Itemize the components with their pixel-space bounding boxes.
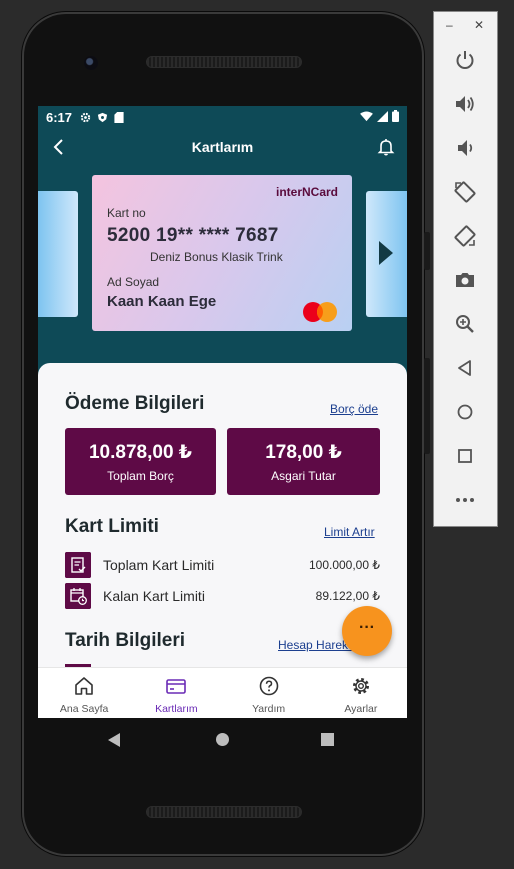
total-debt-amount: 10.878,00 ₺ [88,442,193,463]
system-navigation-bar [38,718,407,762]
sd-card-icon [114,111,124,123]
more-actions-fab[interactable]: ··· [342,606,392,656]
battery-icon [392,110,399,122]
remaining-limit-label: Kalan Kart Limiti [103,588,205,604]
rotate-left-icon[interactable] [453,180,477,204]
earpiece-speaker [146,56,302,68]
back-arrow-icon[interactable] [48,136,70,158]
nav-item-settings[interactable]: Ayarlar [315,668,407,718]
bottom-speaker [146,806,302,818]
total-limit-value: 100.000,00 ₺ [308,558,380,572]
total-limit-label: Toplam Kart Limiti [103,557,215,573]
card-number-label: Kart no [107,206,146,220]
signal-icon [377,110,388,122]
nav-item-home[interactable]: Ana Sayfa [38,668,130,718]
next-arrow-icon[interactable] [378,240,394,266]
rotate-right-icon[interactable] [453,224,477,248]
pay-debt-link[interactable]: Borç öde [330,402,378,416]
zoom-icon[interactable] [453,312,477,336]
card-number: 5200 19** **** 7687 [107,225,279,246]
nav-item-cards[interactable]: Kartlarım [130,668,222,718]
card-product-name: Deniz Bonus Klasik Trink [150,250,283,264]
power-hardware-button [424,232,430,270]
minimum-due-box: 178,00 ₺ Asgari Tutar [227,428,380,495]
app-bar: Kartlarım [38,128,407,166]
calendar-clock-icon [65,583,91,609]
system-back-icon[interactable] [107,732,121,748]
power-icon[interactable] [453,48,477,72]
minimum-due-amount: 178,00 ₺ [265,442,342,463]
nav-label-home: Ana Sayfa [59,703,109,715]
bottom-navigation: Ana Sayfa Kartlarım Yardım Ayarlar [38,667,407,718]
nav-item-help[interactable]: Yardım [223,668,315,718]
volume-down-icon[interactable] [453,136,477,160]
minimize-window-button[interactable]: – [446,18,453,32]
system-home-icon[interactable] [215,732,230,747]
payment-info-title: Ödeme Bilgileri [65,393,205,414]
total-debt-label: Toplam Borç [107,469,174,483]
home-icon[interactable] [453,400,477,424]
remaining-limit-row: Kalan Kart Limiti 89.122,00 ₺ [65,583,380,609]
wifi-icon [360,110,373,121]
volume-hardware-button [424,358,430,454]
shield-icon [97,112,108,122]
card-details-sheet: Ödeme Bilgileri Borç öde 10.878,00 ₺ Top… [38,363,407,718]
more-icon[interactable] [453,488,477,512]
status-bar: 6:17 [38,106,407,128]
card-holder-name: Kaan Kaan Ege [107,293,217,310]
overview-icon[interactable] [453,444,477,468]
front-camera [84,56,98,70]
card-holder-label: Ad Soyad [107,275,160,289]
help-icon [259,676,278,696]
previous-card-peek[interactable] [38,191,78,317]
total-debt-box: 10.878,00 ₺ Toplam Borç [65,428,216,495]
page-title: Kartlarım [191,139,254,155]
status-time: 6:17 [46,109,73,125]
total-limit-row: Toplam Kart Limiti 100.000,00 ₺ [65,552,380,578]
increase-limit-link[interactable]: Limit Artır [324,525,375,539]
emulator-control-panel: – ✕ [433,11,498,527]
nav-label-cards: Kartlarım [155,703,198,715]
card-icon [166,679,187,694]
credit-card[interactable]: interNCard Kart no 5200 19** **** 7687 D… [92,175,352,331]
minimum-due-label: Asgari Tutar [271,469,336,483]
bell-icon[interactable] [375,136,397,158]
mastercard-logo-icon [303,302,337,322]
nav-label-settings: Ayarlar [344,703,378,715]
gear-icon [80,112,91,122]
camera-icon[interactable] [453,268,477,292]
app-screen: 6:17 Kartlarım interNCard Kart no 5200 1… [38,106,407,718]
close-window-button[interactable]: ✕ [474,18,484,32]
card-brand: interNCard [275,185,338,199]
date-info-title: Tarih Bilgileri [65,630,186,651]
next-card-peek[interactable] [366,191,407,317]
system-overview-icon[interactable] [321,733,334,746]
remaining-limit-value: 89.122,00 ₺ [315,589,380,603]
card-limit-title: Kart Limiti [65,516,159,537]
settings-icon [352,678,369,694]
home-icon [75,677,93,695]
nav-label-help: Yardım [252,703,286,715]
volume-up-icon[interactable] [453,92,477,116]
document-check-icon [65,552,91,578]
back-icon[interactable] [453,356,477,380]
